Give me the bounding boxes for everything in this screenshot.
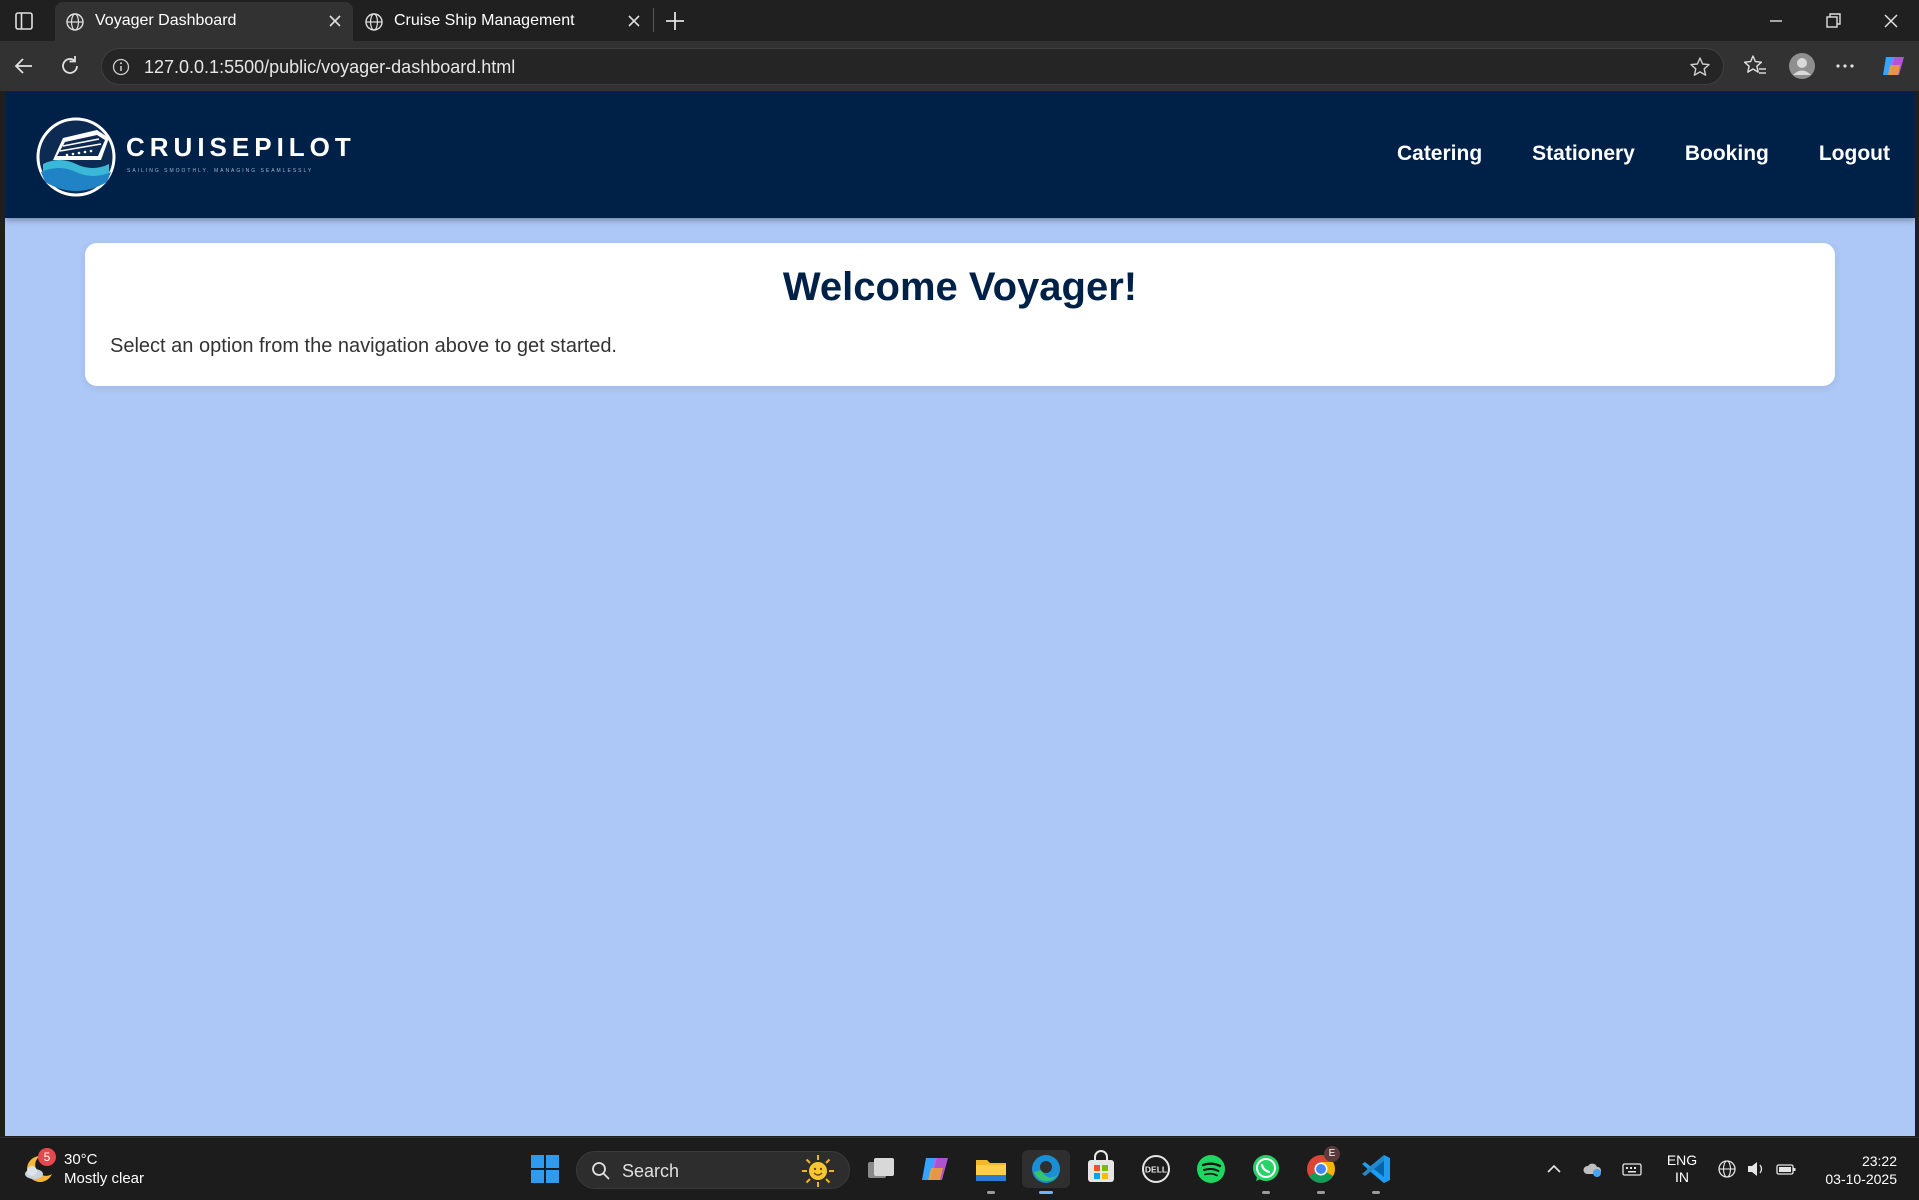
windows-taskbar: 5 30°C Mostly clear Search DELL E ENG IN…: [0, 1137, 1919, 1200]
ship-emblem-icon: [36, 117, 116, 197]
microsoft-store-icon[interactable]: [1082, 1150, 1120, 1188]
running-indicator: [987, 1191, 995, 1194]
running-indicator: [1262, 1191, 1270, 1194]
dell-icon[interactable]: DELL: [1137, 1150, 1175, 1188]
running-indicator: [1317, 1191, 1325, 1194]
tab-title: Voyager Dashboard: [95, 12, 237, 29]
welcome-card: Welcome Voyager! Select an option from t…: [85, 243, 1835, 386]
browser-tab-bar: Voyager Dashboard Cruise Ship Management: [0, 0, 1919, 41]
tab-voyager-dashboard[interactable]: Voyager Dashboard: [55, 2, 353, 41]
keyboard-icon[interactable]: [1621, 1158, 1643, 1180]
minimize-icon[interactable]: [1763, 8, 1789, 34]
search-icon: [592, 1162, 610, 1180]
sun-icon: [802, 1155, 834, 1187]
nav-catering[interactable]: Catering: [1397, 142, 1482, 166]
more-options-icon[interactable]: [1832, 53, 1858, 79]
onedrive-cloud-icon[interactable]: [1582, 1158, 1604, 1180]
back-icon[interactable]: [11, 53, 37, 79]
system-clock[interactable]: 23:22 03-10-2025: [1825, 1152, 1897, 1188]
tab-title: Cruise Ship Management: [394, 12, 575, 29]
main-nav: Catering Stationery Booking Logout: [1397, 142, 1890, 166]
new-tab-icon[interactable]: [662, 8, 688, 34]
nav-logout[interactable]: Logout: [1819, 142, 1890, 166]
close-tab-icon[interactable]: [325, 11, 345, 31]
site-info-icon[interactable]: [112, 58, 130, 76]
windows-start-icon[interactable]: [526, 1150, 564, 1188]
page-viewport: CRUISEPILOT SAILING SMOOTHLY. MANAGING S…: [5, 92, 1915, 1136]
browser-toolbar: 127.0.0.1:5500/public/voyager-dashboard.…: [0, 41, 1919, 91]
restore-icon[interactable]: [1820, 8, 1846, 34]
close-tab-icon[interactable]: [624, 11, 644, 31]
folder-icon: [976, 1160, 1006, 1181]
language-code: ENG: [1666, 1152, 1698, 1168]
site-header: CRUISEPILOT SAILING SMOOTHLY. MANAGING S…: [5, 92, 1915, 218]
sidebar-toggle-icon[interactable]: [12, 9, 36, 33]
running-indicator: [1039, 1191, 1053, 1194]
language-indicator[interactable]: ENG IN: [1664, 1152, 1700, 1186]
brand-tagline: SAILING SMOOTHLY. MANAGING SEAMLESSLY: [127, 168, 314, 174]
running-indicator: [1372, 1191, 1380, 1194]
address-url[interactable]: 127.0.0.1:5500/public/voyager-dashboard.…: [144, 57, 515, 78]
address-bar[interactable]: 127.0.0.1:5500/public/voyager-dashboard.…: [101, 48, 1724, 85]
globe-icon: [365, 13, 383, 31]
battery-icon[interactable]: [1775, 1158, 1797, 1180]
favorite-star-icon[interactable]: [1689, 56, 1711, 78]
profile-avatar-icon[interactable]: [1787, 51, 1817, 81]
tab-divider: [653, 8, 654, 32]
globe-icon: [66, 13, 84, 31]
cruisepilot-logo[interactable]: CRUISEPILOT SAILING SMOOTHLY. MANAGING S…: [35, 116, 351, 198]
weather-temperature: 30°C: [64, 1151, 98, 1168]
edge-app[interactable]: [1022, 1150, 1070, 1194]
copilot-app-icon[interactable]: [917, 1150, 955, 1188]
copilot-icon[interactable]: [1879, 51, 1909, 81]
nav-stationery[interactable]: Stationery: [1532, 142, 1635, 166]
nav-booking[interactable]: Booking: [1685, 142, 1769, 166]
whatsapp-icon: [1253, 1155, 1279, 1181]
tab-cruise-ship-management[interactable]: Cruise Ship Management: [354, 2, 651, 41]
clock-date: 03-10-2025: [1825, 1171, 1897, 1187]
close-window-icon[interactable]: [1878, 8, 1904, 34]
search-label: Search: [622, 1161, 680, 1181]
welcome-message: Select an option from the navigation abo…: [110, 335, 617, 357]
task-view-icon[interactable]: [862, 1150, 900, 1188]
whatsapp-app[interactable]: [1247, 1150, 1285, 1194]
chrome-profile-badge: E: [1324, 1146, 1340, 1162]
vscode-icon: [1362, 1155, 1390, 1183]
spotify-icon[interactable]: [1192, 1150, 1230, 1188]
welcome-title: Welcome Voyager!: [782, 265, 1138, 309]
vscode-app[interactable]: [1357, 1150, 1395, 1194]
edge-icon: [1032, 1155, 1060, 1183]
network-globe-icon[interactable]: [1716, 1158, 1738, 1180]
chevron-up-icon[interactable]: [1543, 1158, 1565, 1180]
file-explorer-app[interactable]: [972, 1150, 1010, 1194]
brand-name: CRUISEPILOT: [126, 132, 356, 162]
clock-time: 23:22: [1861, 1153, 1897, 1169]
reload-icon[interactable]: [57, 53, 83, 79]
favorites-icon[interactable]: [1742, 53, 1768, 79]
taskbar-search-box[interactable]: Search: [576, 1151, 850, 1189]
weather-description: Mostly clear: [64, 1170, 145, 1187]
weather-widget[interactable]: 5 30°C Mostly clear: [22, 1148, 182, 1192]
region-code: IN: [1675, 1169, 1689, 1185]
chrome-app[interactable]: E: [1302, 1146, 1340, 1194]
svg-text:DELL: DELL: [1145, 1165, 1167, 1175]
volume-icon[interactable]: [1745, 1158, 1767, 1180]
weather-alert-badge: 5: [38, 1148, 56, 1166]
